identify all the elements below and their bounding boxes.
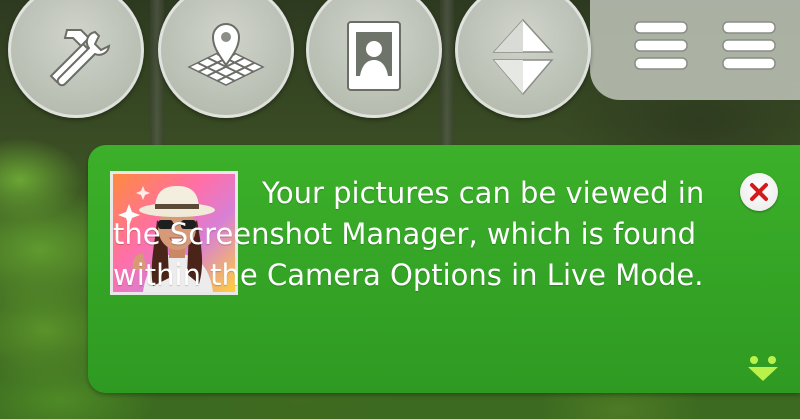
- map-pin-grid-icon: [187, 23, 265, 86]
- up-down-arrows-icon: [492, 18, 554, 96]
- game-menu-button[interactable]: [714, 10, 784, 82]
- menu-icon: [634, 21, 688, 70]
- close-button[interactable]: [740, 173, 778, 211]
- expand-down-icon: [748, 356, 778, 381]
- close-icon: [750, 183, 768, 201]
- build-tools-icon: [49, 29, 111, 87]
- options-menu-button[interactable]: [626, 10, 696, 82]
- notification-panel: Your pictures can be viewed in the Scree…: [88, 145, 800, 393]
- top-toolbar: [0, 0, 800, 130]
- notification-message: Your pictures can be viewed in the Scree…: [113, 176, 705, 292]
- build-mode-button[interactable]: [8, 0, 144, 118]
- portrait-frame-icon: [347, 21, 401, 91]
- camera-height-button[interactable]: [455, 0, 591, 118]
- menu-icon: [722, 21, 776, 70]
- sim-portrait-button[interactable]: [306, 0, 442, 118]
- neighborhood-map-button[interactable]: [158, 0, 294, 118]
- expand-button[interactable]: [745, 353, 781, 383]
